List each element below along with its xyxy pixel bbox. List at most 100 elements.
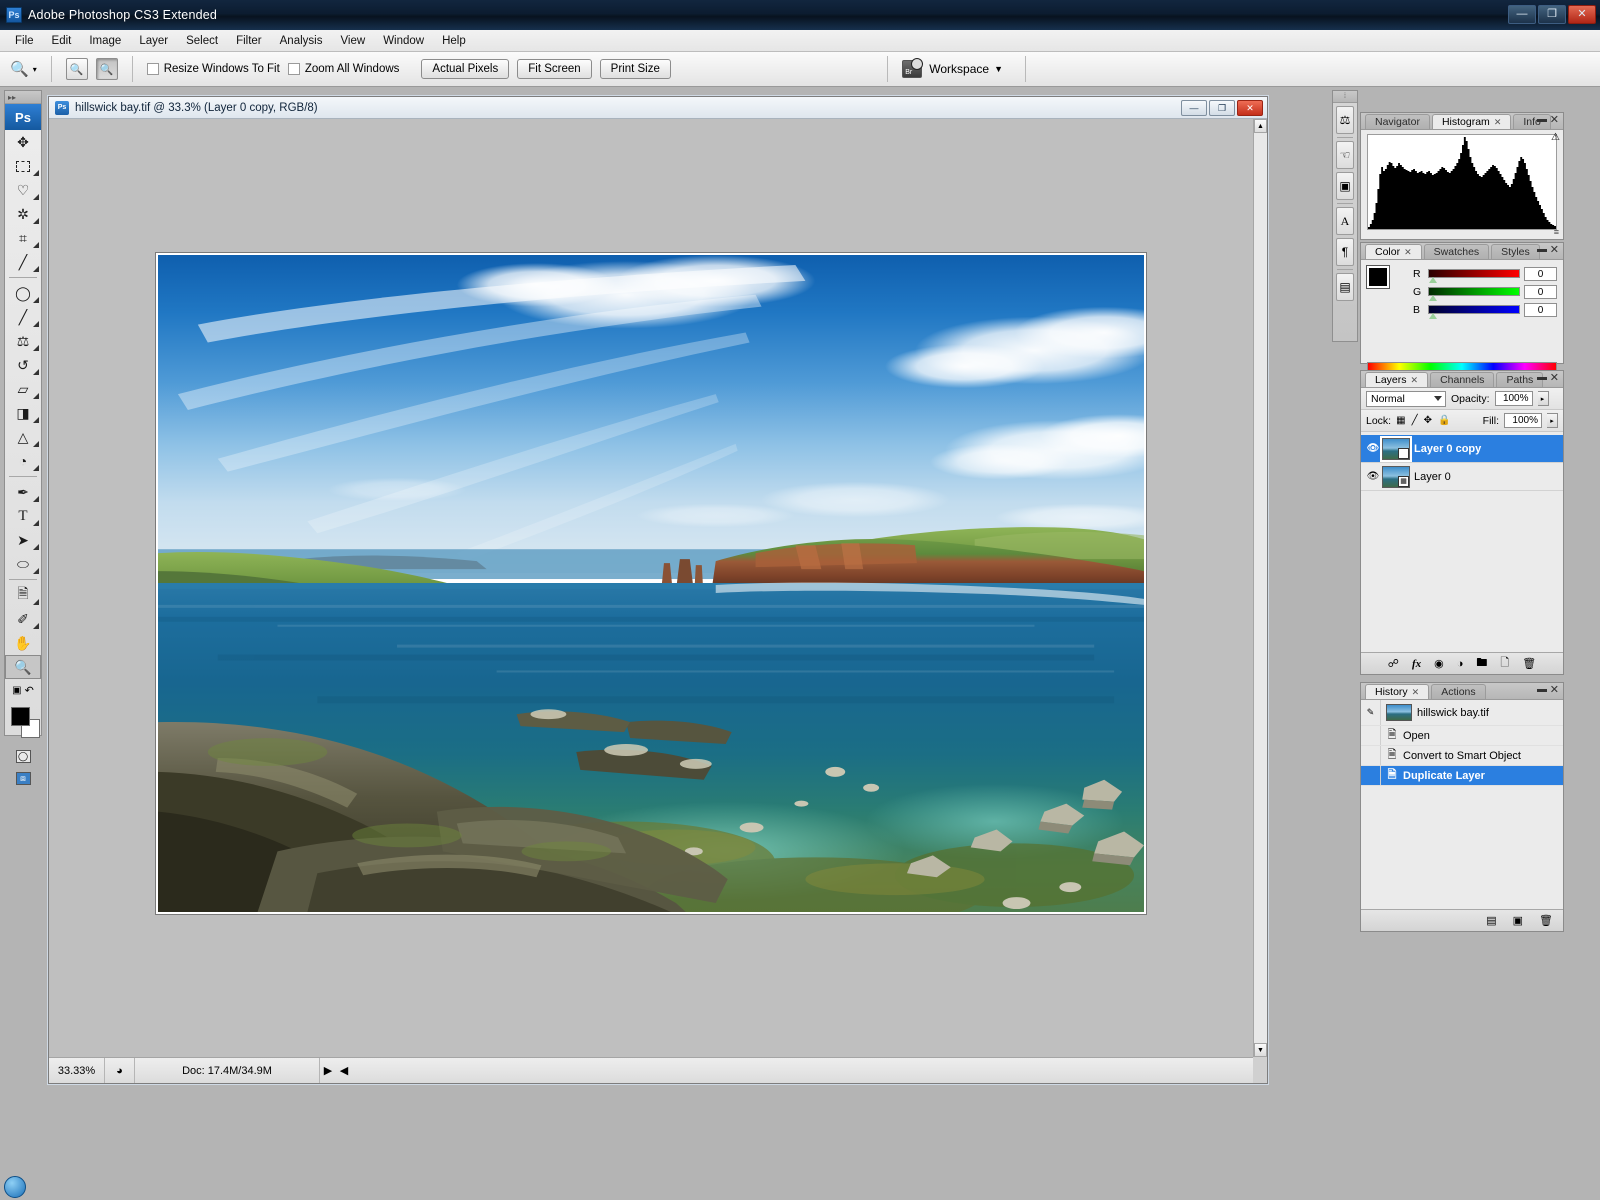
print-size-button[interactable]: Print Size <box>600 59 671 79</box>
crop-tool[interactable]: ⌗ <box>5 226 41 250</box>
go-to-bridge-icon[interactable]: Br <box>902 60 922 78</box>
minimize-icon[interactable]: ▬ <box>1537 372 1547 383</box>
paragraph-icon[interactable]: ¶ <box>1336 238 1354 266</box>
brushes-icon[interactable]: ☜ <box>1336 141 1354 169</box>
actual-pixels-button[interactable]: Actual Pixels <box>421 59 509 79</box>
preview-proxy-icon[interactable]: ◕ <box>105 1058 135 1083</box>
tool-presets-icon[interactable]: ⚖ <box>1336 106 1354 134</box>
clone-source-icon[interactable]: ▣ <box>1336 172 1354 200</box>
gradient-tool[interactable]: ◨ <box>5 401 41 425</box>
layer-style-icon[interactable]: fx <box>1412 658 1421 670</box>
zoom-in-button[interactable]: 🔍 <box>66 58 88 80</box>
minimize-icon[interactable]: ▬ <box>1537 114 1547 125</box>
canvas-area[interactable] <box>49 119 1253 1057</box>
tab-swatches[interactable]: Swatches <box>1424 244 1490 259</box>
green-slider[interactable] <box>1428 287 1521 296</box>
document-titlebar[interactable]: Ps hillswick bay.tif @ 33.3% (Layer 0 co… <box>49 97 1267 119</box>
horizontal-scroll-left-icon[interactable]: ◀ <box>336 1064 352 1077</box>
history-brush-source-slot[interactable] <box>1361 726 1381 745</box>
red-slider[interactable] <box>1428 269 1521 278</box>
opacity-field[interactable]: 100% <box>1495 391 1533 406</box>
workspace-menu-button[interactable]: Workspace ▼ <box>929 62 1003 76</box>
pen-tool[interactable]: ✒ <box>5 480 41 504</box>
tab-history[interactable]: History ✕ <box>1365 684 1429 699</box>
toolbox-collapse-grip[interactable]: ▸▸ <box>5 91 41 104</box>
layer-visibility-icon[interactable]: 👁 <box>1364 471 1382 482</box>
new-snapshot-icon[interactable]: ▣ <box>1513 914 1523 927</box>
zoom-all-windows-checkbox[interactable]: Zoom All Windows <box>288 63 400 75</box>
menu-item-help[interactable]: Help <box>433 32 475 50</box>
zoom-out-button[interactable]: 🔍 <box>96 58 118 80</box>
history-brush-tool[interactable]: ↺ <box>5 353 41 377</box>
document-maximize-button[interactable]: ❐ <box>1209 100 1235 116</box>
menu-item-select[interactable]: Select <box>177 32 227 50</box>
layer-row-layer-0-copy[interactable]: 👁 ▦ Layer 0 copy <box>1361 435 1563 463</box>
hand-tool[interactable]: ✋ <box>5 631 41 655</box>
foreground-color-swatch[interactable] <box>11 707 30 726</box>
slider-thumb[interactable] <box>1429 277 1437 283</box>
layer-mask-icon[interactable]: ◉ <box>1434 657 1444 670</box>
tab-channels[interactable]: Channels <box>1430 372 1494 387</box>
tab-styles[interactable]: Styles <box>1491 244 1540 259</box>
close-icon[interactable]: ✕ <box>1412 687 1420 698</box>
new-group-icon[interactable]: 🖿 <box>1476 654 1487 673</box>
active-tool-preset-picker[interactable]: 🔍 ▾ <box>10 60 37 78</box>
history-brush-source-slot[interactable] <box>1361 746 1381 765</box>
layer-thumbnail[interactable]: ▦ <box>1382 438 1410 460</box>
eraser-tool[interactable]: ▱ <box>5 377 41 401</box>
history-state-convert-to-smart-object[interactable]: 🗎 Convert to Smart Object <box>1361 746 1563 766</box>
scroll-down-icon[interactable]: ▼ <box>1254 1043 1267 1057</box>
uncached-data-warning-icon[interactable]: ⚠ <box>1551 132 1560 143</box>
status-menu-arrow-icon[interactable]: ▶ <box>320 1064 336 1077</box>
foreground-color-swatch[interactable] <box>1367 266 1389 288</box>
magic-wand-tool[interactable]: ✲ <box>5 202 41 226</box>
tab-navigator[interactable]: Navigator <box>1365 114 1430 129</box>
lock-position-icon[interactable]: ✥ <box>1424 415 1432 426</box>
blue-slider[interactable] <box>1428 305 1521 314</box>
eyedropper-tool[interactable]: ✐ <box>5 607 41 631</box>
clone-stamp-tool[interactable]: ⚖ <box>5 329 41 353</box>
menu-item-image[interactable]: Image <box>80 32 130 50</box>
menu-item-analysis[interactable]: Analysis <box>271 32 332 50</box>
layer-name[interactable]: Layer 0 <box>1414 471 1451 483</box>
blur-tool[interactable]: △ <box>5 425 41 449</box>
adjustment-layer-icon[interactable]: ◑ <box>1457 658 1464 670</box>
tab-histogram[interactable]: Histogram ✕ <box>1432 114 1511 129</box>
image-canvas[interactable] <box>156 253 1146 914</box>
history-snapshot-row[interactable]: ✎ hillswick bay.tif <box>1361 700 1563 726</box>
path-selection-tool[interactable]: ➤ <box>5 528 41 552</box>
history-state-duplicate-layer[interactable]: 🗎 Duplicate Layer <box>1361 766 1563 786</box>
fill-field[interactable]: 100% <box>1504 413 1542 428</box>
notes-tool[interactable]: 🗎 <box>5 583 41 607</box>
layer-row-layer-0[interactable]: 👁 ▦ Layer 0 <box>1361 463 1563 491</box>
slice-tool[interactable]: ╱ <box>5 250 41 274</box>
swap-colors-icon[interactable]: ↶ <box>25 684 34 697</box>
fit-screen-button[interactable]: Fit Screen <box>517 59 591 79</box>
close-icon[interactable]: ✕ <box>1411 375 1419 386</box>
menu-item-filter[interactable]: Filter <box>227 32 271 50</box>
standard-mask-icon[interactable]: ◯ <box>16 750 31 763</box>
canvas-vertical-scrollbar[interactable]: ▲ ▼ <box>1253 119 1267 1057</box>
close-icon[interactable]: ✕ <box>1550 113 1559 126</box>
dodge-tool[interactable]: ◔ <box>5 449 41 473</box>
menu-item-window[interactable]: Window <box>374 32 433 50</box>
green-value-field[interactable]: 0 <box>1524 285 1557 299</box>
close-icon[interactable]: ✕ <box>1404 247 1412 258</box>
menu-item-file[interactable]: File <box>6 32 43 50</box>
close-icon[interactable]: ✕ <box>1550 243 1559 256</box>
link-layers-icon[interactable]: ☍ <box>1388 657 1399 670</box>
panel-menu-icon[interactable]: ≡ <box>1554 227 1559 237</box>
new-document-from-state-icon[interactable]: ▤ <box>1486 914 1496 927</box>
character-icon[interactable]: A <box>1336 207 1354 235</box>
new-layer-icon[interactable]: 🗋 <box>1500 654 1509 673</box>
fill-stepper-icon[interactable]: ▸ <box>1547 413 1558 428</box>
screen-mode-icon[interactable]: ⧈ <box>16 772 31 785</box>
slider-thumb[interactable] <box>1429 313 1437 319</box>
history-brush-source-icon[interactable]: ✎ <box>1361 700 1381 725</box>
menu-item-edit[interactable]: Edit <box>43 32 81 50</box>
minimize-icon[interactable]: ▬ <box>1537 684 1547 695</box>
menu-item-view[interactable]: View <box>331 32 374 50</box>
scroll-up-icon[interactable]: ▲ <box>1254 119 1267 133</box>
restore-window-button[interactable]: ❐ <box>1538 5 1566 24</box>
blue-value-field[interactable]: 0 <box>1524 303 1557 317</box>
